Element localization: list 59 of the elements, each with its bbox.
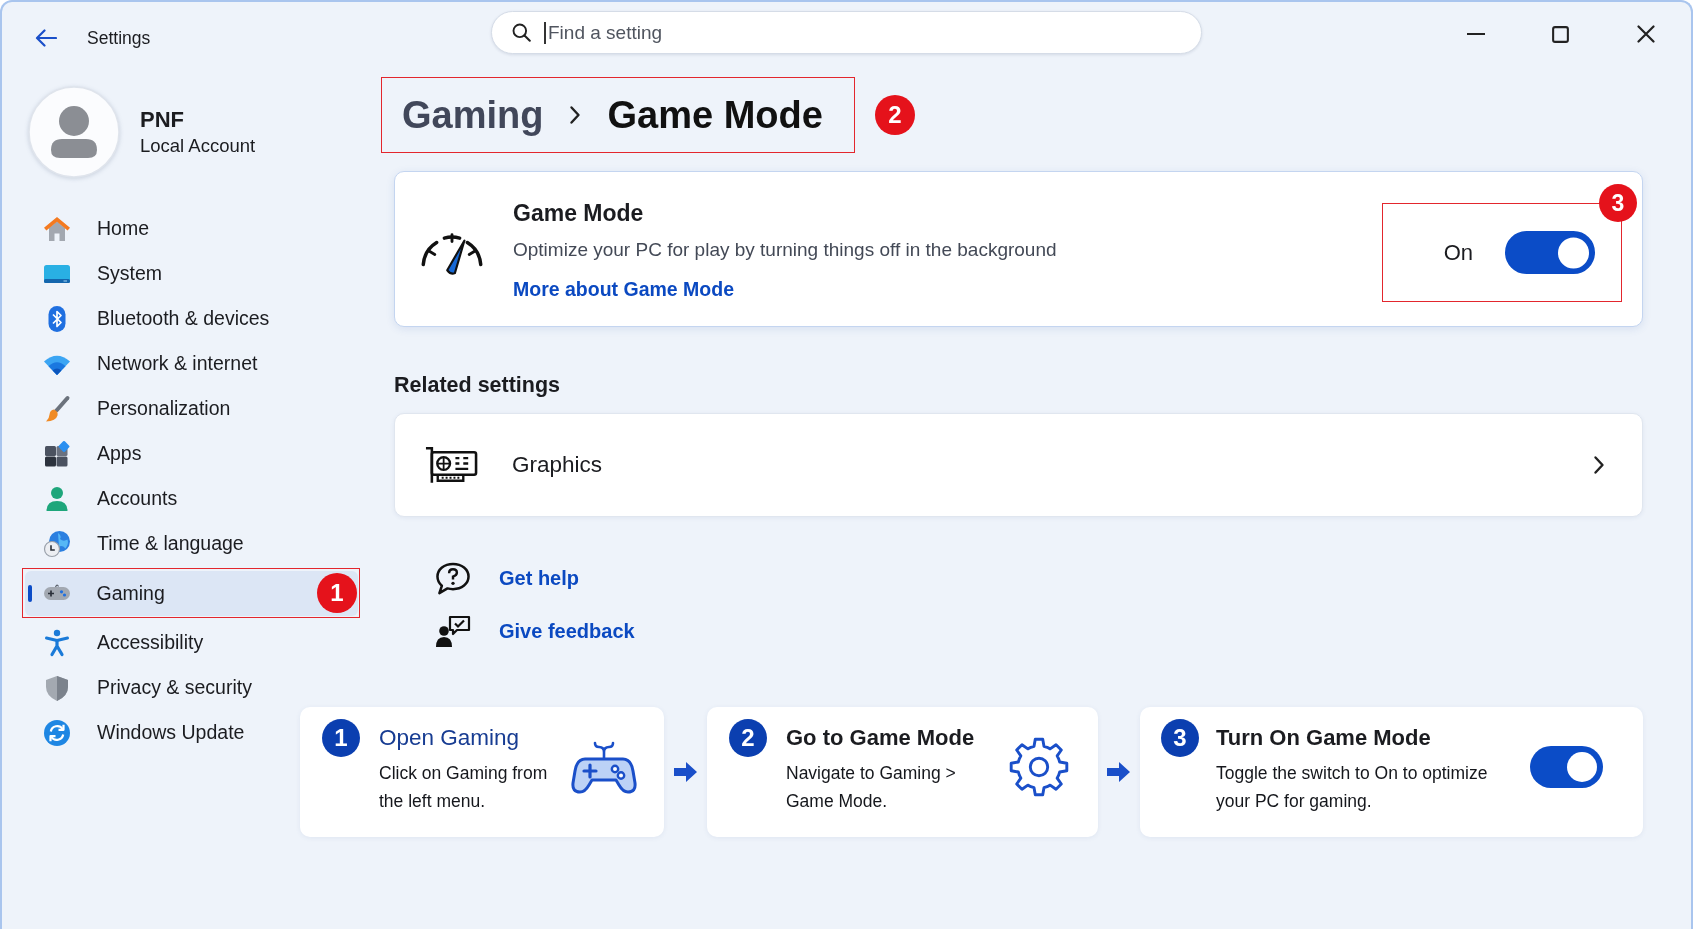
gamepad-icon [571, 739, 637, 795]
apps-icon [43, 439, 71, 468]
step-description: Navigate to Gaming > Game Mode. [786, 762, 956, 813]
chevron-right-icon [569, 105, 582, 125]
sidebar-item[interactable]: Network & internet [25, 341, 357, 386]
breadcrumb-item: Game Mode [607, 93, 823, 137]
sidebar-item[interactable]: System [25, 251, 357, 296]
sidebar-item[interactable]: Accounts [25, 476, 357, 521]
avatar-icon [28, 86, 120, 178]
step-title: Turn On Game Mode [1216, 724, 1431, 752]
setting-title: Game Mode [513, 199, 644, 228]
sidebar-item[interactable]: Accessibility [25, 620, 357, 665]
search-field[interactable]: Find a setting [491, 11, 1202, 54]
sync-icon [43, 718, 71, 747]
chevron-right-icon [1593, 455, 1605, 475]
account-type: Local Account [140, 134, 256, 158]
callout-number: 3 [1599, 184, 1637, 222]
sidebar-item[interactable]: Personalization [25, 386, 357, 431]
callout-number: 2 [874, 95, 915, 135]
sidebar-item[interactable]: Time & language [25, 521, 357, 566]
gear-icon [1009, 737, 1069, 797]
learn-more-link[interactable]: More about Game Mode [513, 270, 735, 308]
house-icon [43, 214, 71, 243]
setting-description: Optimize your PC for play by turning things off in the background [513, 238, 1057, 262]
arrow-right-icon [1107, 761, 1131, 783]
breadcrumb-item[interactable]: Gaming [402, 93, 544, 137]
step-title: Open Gaming [379, 724, 520, 752]
window-title: Settings [87, 27, 151, 49]
help-bubble-icon [435, 561, 471, 595]
step-title: Go to Game Mode [786, 724, 975, 752]
arrow-right-icon [673, 761, 698, 783]
step-description: Click on Gaming from the left menu. [379, 762, 548, 813]
sidebar-item[interactable]: Apps [25, 431, 357, 476]
back-button[interactable] [34, 26, 58, 50]
search-icon [512, 23, 531, 42]
close-icon [1636, 25, 1655, 43]
help-link[interactable]: Get help [499, 566, 579, 590]
toggle-state-label: On [1443, 239, 1473, 266]
minimize-icon [1466, 33, 1485, 35]
related-setting-item[interactable]: Graphics [394, 413, 1643, 517]
toggle-switch[interactable] [1505, 231, 1595, 274]
account-name: PNF [140, 106, 185, 133]
feedback-icon [435, 614, 471, 648]
step-number: 2 [729, 719, 767, 757]
section-heading: Related settings [394, 372, 561, 399]
help-link[interactable]: Give feedback [499, 619, 635, 643]
sidebar-item[interactable]: Home [25, 206, 357, 251]
step-number: 1 [322, 719, 360, 757]
shield-icon [43, 673, 71, 702]
step-description: Toggle the switch to On to optimize your PC for gaming. [1216, 762, 1488, 813]
back-arrow-icon [35, 29, 57, 47]
selection-indicator [27, 584, 32, 602]
toggle-icon [1530, 746, 1603, 788]
step-number: 3 [1161, 719, 1199, 757]
maximize-icon [1552, 25, 1569, 43]
text-cursor [544, 21, 546, 44]
accessibility-icon [43, 628, 71, 657]
globe-clock-icon [43, 529, 71, 558]
sidebar-item[interactable]: Bluetooth & devices [25, 296, 357, 341]
